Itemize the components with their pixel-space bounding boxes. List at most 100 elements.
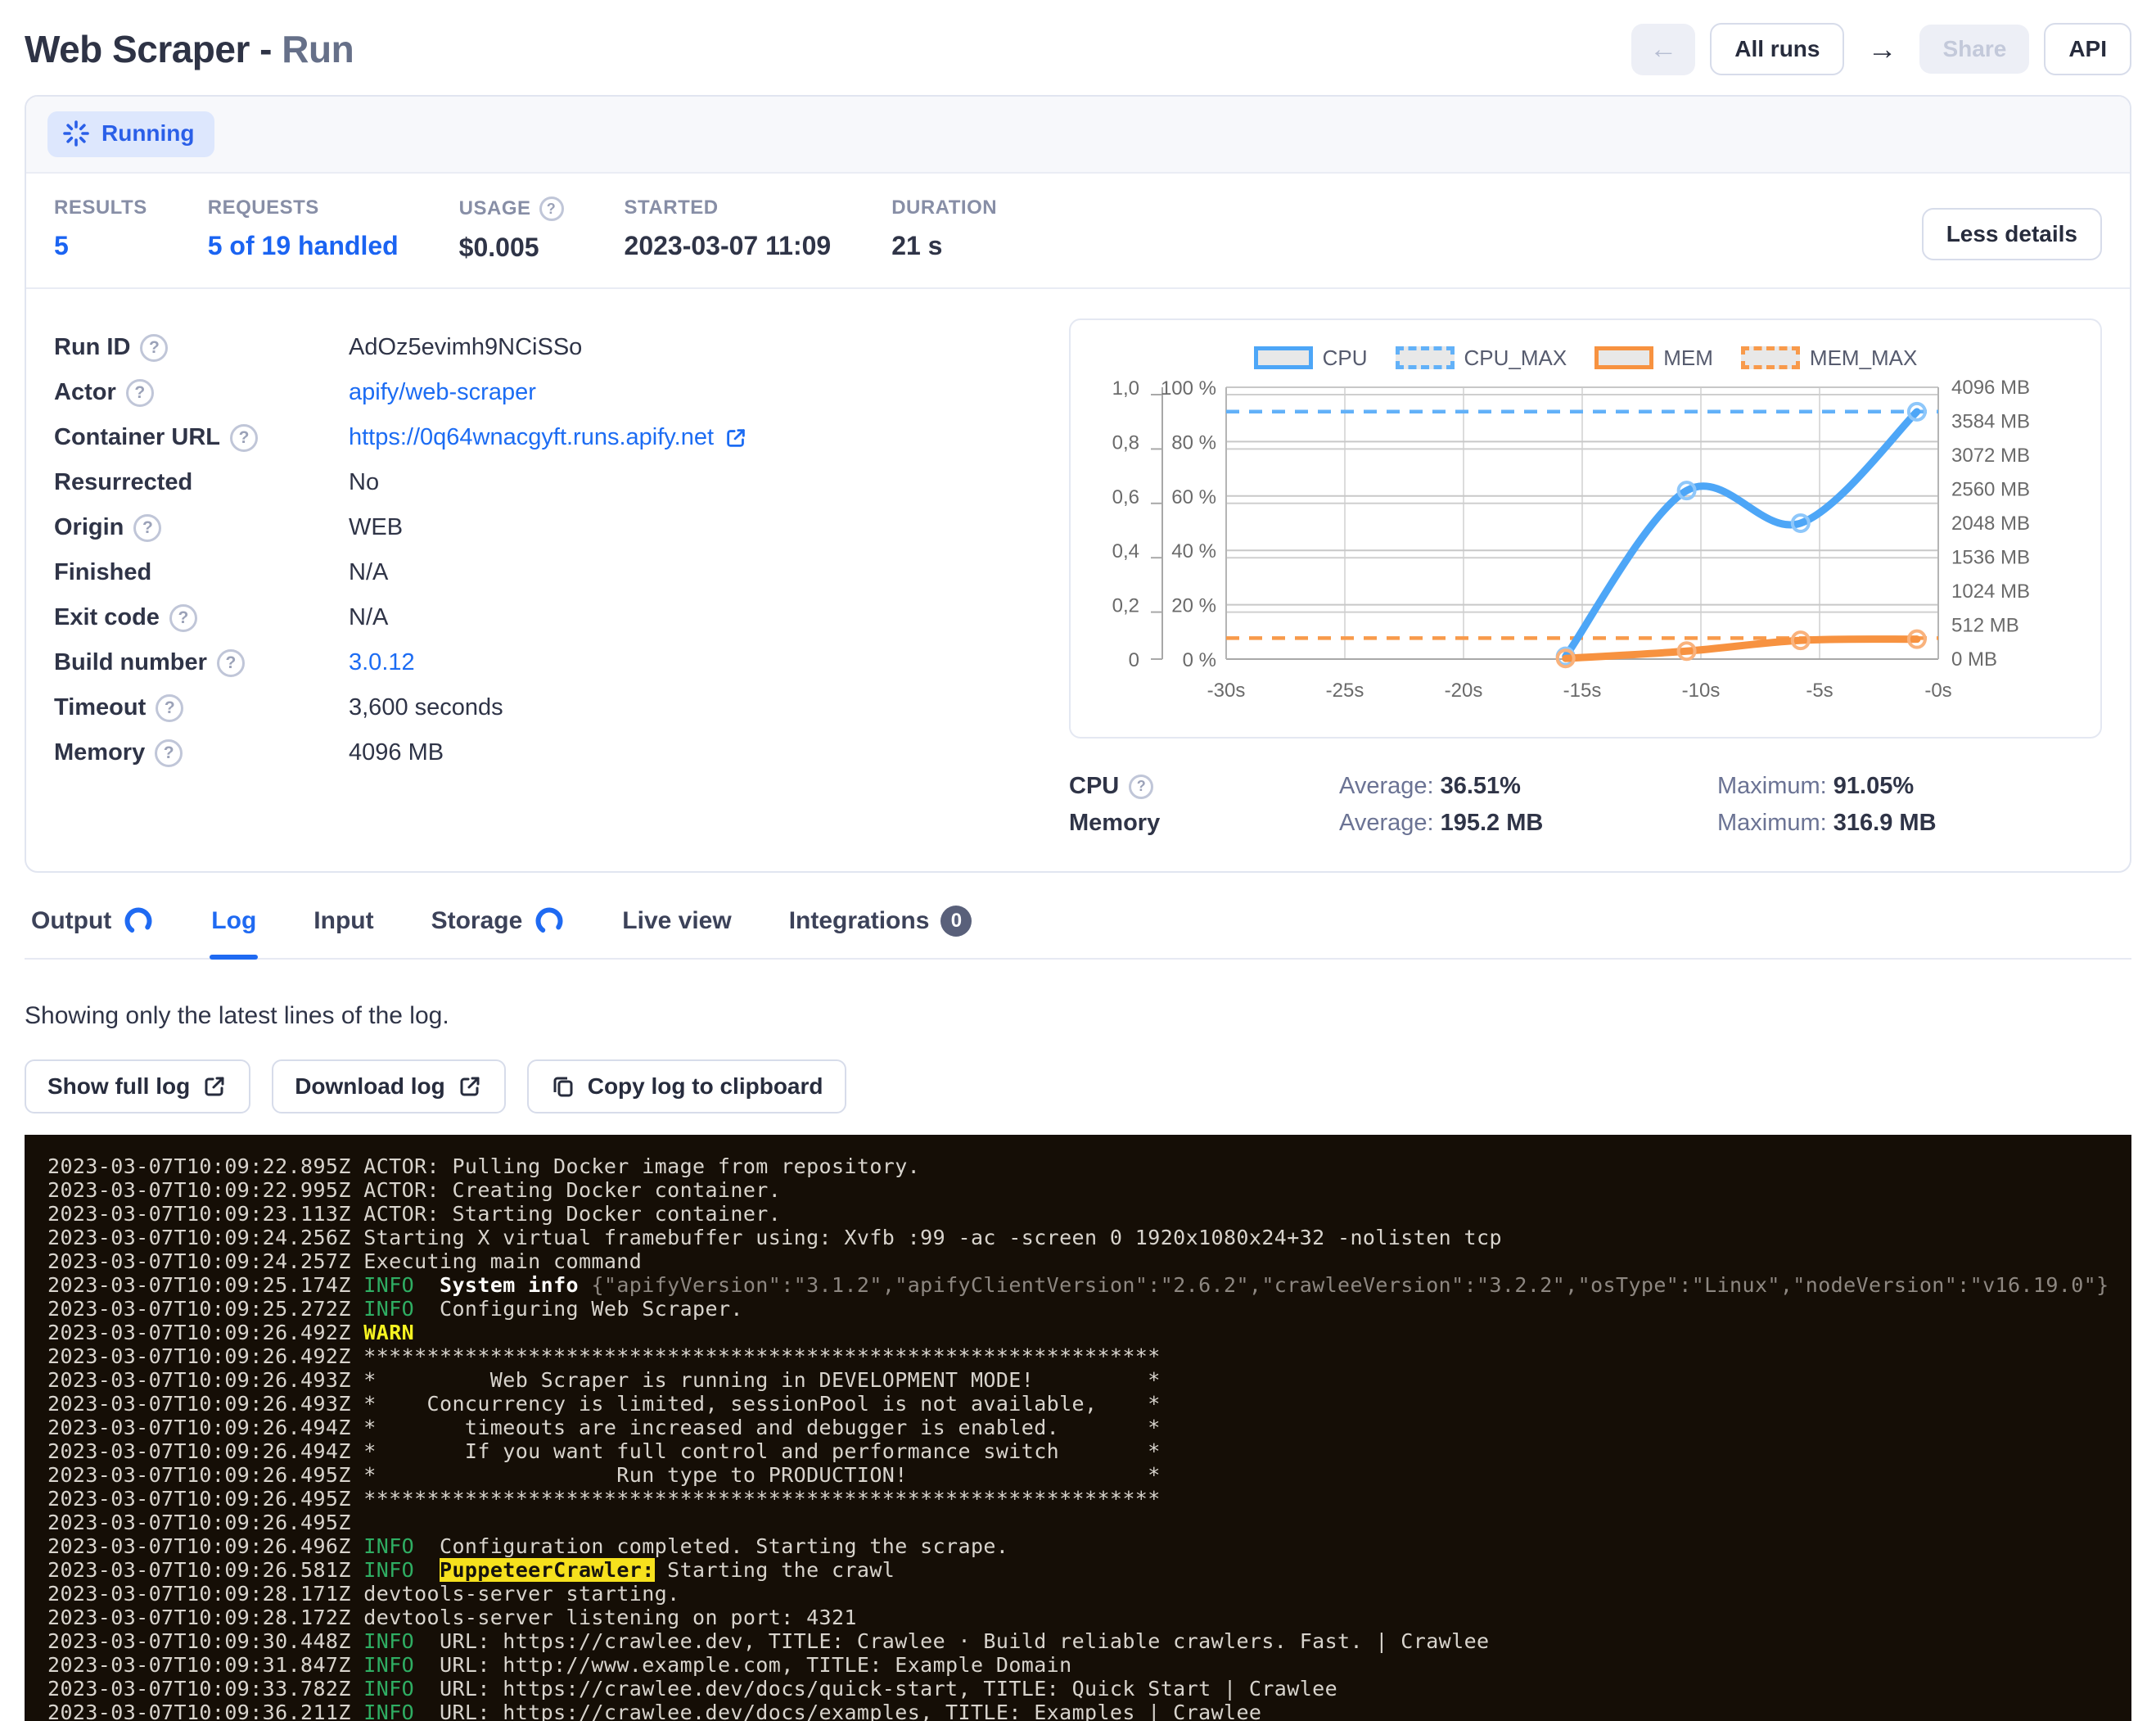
help-icon[interactable]: ?	[1129, 775, 1153, 799]
svg-text:100 %: 100 %	[1161, 377, 1216, 400]
usage-chart-panel: CPUCPU_MAXMEMMEM_MAX 1,00,80,60,40,20100…	[1069, 318, 2102, 739]
log-note: Showing only the latest lines of the log…	[25, 1002, 2131, 1030]
cpu-average: Average: 36.51%	[1339, 773, 1717, 800]
help-icon[interactable]: ?	[155, 739, 183, 767]
svg-text:0 MB: 0 MB	[1951, 648, 1997, 671]
run-subtitle: Run	[282, 28, 354, 70]
detail-label: Run ID?	[54, 334, 349, 362]
log-line: 2023-03-07T10:09:22.895Z ACTOR: Pulling …	[47, 1154, 2131, 1178]
copy-icon	[550, 1073, 576, 1100]
status-badge: Running	[47, 111, 214, 157]
detail-label: Finished	[54, 559, 349, 586]
log-line: 2023-03-07T10:09:22.995Z ACTOR: Creating…	[47, 1178, 2131, 1202]
stat-value[interactable]: 5	[54, 231, 147, 261]
title-separator: -	[259, 28, 272, 70]
spinner-icon	[62, 120, 90, 147]
less-details-button[interactable]: Less details	[1922, 208, 2102, 260]
run-page: Web Scraper - Run ← All runs → Share API	[0, 0, 2156, 1721]
help-icon[interactable]: ?	[217, 649, 245, 677]
stat-value: 21 s	[891, 231, 997, 261]
log-line: 2023-03-07T10:09:26.495Z ***************…	[47, 1487, 2131, 1511]
detail-value[interactable]: 3.0.12	[349, 649, 415, 676]
copy-log-button[interactable]: Copy log to clipboard	[527, 1059, 846, 1113]
legend-item-cpu_max[interactable]: CPU_MAX	[1396, 346, 1567, 371]
svg-text:-30s: -30s	[1207, 680, 1246, 702]
button-label: Show full log	[47, 1073, 190, 1100]
show-full-log-button[interactable]: Show full log	[25, 1059, 250, 1113]
detail-label: Exit code?	[54, 604, 349, 632]
usage-stats: CPU ? Average: 36.51% Maximum: 91.05% Me…	[1069, 773, 2102, 837]
help-icon[interactable]: ?	[126, 379, 154, 407]
legend-item-mem_max[interactable]: MEM_MAX	[1741, 346, 1917, 371]
svg-text:3072 MB: 3072 MB	[1951, 445, 2030, 467]
detail-value[interactable]: apify/web-scraper	[349, 379, 536, 406]
log-console[interactable]: 2023-03-07T10:09:22.895Z ACTOR: Pulling …	[25, 1135, 2131, 1721]
svg-text:0,8: 0,8	[1112, 431, 1139, 454]
legend-label: CPU	[1323, 346, 1368, 371]
help-icon[interactable]: ?	[133, 514, 161, 542]
stat-label: STARTED	[625, 196, 719, 219]
svg-text:0,6: 0,6	[1112, 486, 1139, 508]
detail-label: Container URL?	[54, 424, 349, 452]
legend-item-mem[interactable]: MEM	[1594, 346, 1713, 371]
detail-value: N/A	[349, 604, 388, 631]
help-icon[interactable]: ?	[539, 196, 564, 221]
tab-count-badge: 0	[940, 906, 972, 937]
svg-text:-0s: -0s	[1924, 680, 1951, 702]
svg-text:2560 MB: 2560 MB	[1951, 479, 2030, 501]
detail-label: Actor?	[54, 379, 349, 407]
help-icon[interactable]: ?	[156, 694, 183, 722]
log-line: 2023-03-07T10:09:31.847Z INFO URL: http:…	[47, 1653, 2131, 1677]
previous-run-button[interactable]: ←	[1631, 24, 1695, 75]
tab-integrations[interactable]: Integrations0	[787, 901, 974, 958]
cpu-stats-label: CPU ?	[1069, 773, 1339, 800]
log-line: 2023-03-07T10:09:25.174Z INFO System inf…	[47, 1273, 2131, 1297]
tab-output[interactable]: Output	[29, 901, 156, 958]
detail-row: Run ID?AdOz5evimh9NCiSSo	[54, 325, 1069, 370]
detail-row: FinishedN/A	[54, 550, 1069, 595]
svg-text:40 %: 40 %	[1171, 540, 1216, 562]
log-line: 2023-03-07T10:09:28.171Z devtools-server…	[47, 1582, 2131, 1606]
help-icon[interactable]: ?	[140, 334, 168, 362]
tab-log[interactable]: Log	[210, 901, 258, 958]
tab-live-view[interactable]: Live view	[620, 901, 733, 958]
detail-row: Exit code?N/A	[54, 595, 1069, 640]
detail-row: Origin?WEB	[54, 505, 1069, 550]
external-link-icon	[201, 1073, 228, 1100]
next-run-button[interactable]: →	[1859, 27, 1905, 71]
help-icon[interactable]: ?	[230, 424, 258, 452]
detail-value: 4096 MB	[349, 739, 444, 766]
loading-arc-icon	[123, 906, 154, 937]
api-button[interactable]: API	[2044, 23, 2131, 75]
legend-label: MEM_MAX	[1810, 346, 1917, 371]
stat-value: $0.005	[459, 233, 564, 263]
log-line: 2023-03-07T10:09:26.492Z WARN	[47, 1321, 2131, 1344]
svg-text:3584 MB: 3584 MB	[1951, 411, 2030, 433]
help-icon[interactable]: ?	[169, 604, 197, 632]
stat-value[interactable]: 5 of 19 handled	[208, 231, 399, 261]
arrow-left-icon: ←	[1649, 34, 1677, 65]
svg-text:0,4: 0,4	[1112, 540, 1139, 562]
download-log-button[interactable]: Download log	[272, 1059, 506, 1113]
svg-text:4096 MB: 4096 MB	[1951, 377, 2030, 399]
tab-input[interactable]: Input	[312, 901, 375, 958]
svg-text:-10s: -10s	[1682, 680, 1721, 702]
share-button[interactable]: Share	[1919, 25, 2029, 74]
log-lines: 2023-03-07T10:09:22.895Z ACTOR: Pulling …	[47, 1154, 2131, 1721]
detail-value: No	[349, 469, 379, 496]
detail-row: Timeout?3,600 seconds	[54, 685, 1069, 730]
svg-text:1024 MB: 1024 MB	[1951, 580, 2030, 603]
log-line: 2023-03-07T10:09:26.493Z * Web Scraper i…	[47, 1368, 2131, 1392]
stat-duration: DURATION 21 s	[891, 196, 997, 261]
legend-item-cpu[interactable]: CPU	[1254, 346, 1368, 371]
svg-text:-25s: -25s	[1326, 680, 1364, 702]
detail-value[interactable]: https://0q64wnacgyft.runs.apify.net	[349, 424, 748, 451]
all-runs-button[interactable]: All runs	[1710, 23, 1844, 75]
log-line: 2023-03-07T10:09:26.494Z * If you want f…	[47, 1439, 2131, 1463]
svg-text:0 %: 0 %	[1183, 649, 1216, 671]
tab-storage[interactable]: Storage	[430, 901, 567, 958]
chart-column: CPUCPU_MAXMEMMEM_MAX 1,00,80,60,40,20100…	[1069, 318, 2102, 837]
detail-value: AdOz5evimh9NCiSSo	[349, 334, 582, 361]
log-line: 2023-03-07T10:09:24.256Z Starting X virt…	[47, 1226, 2131, 1249]
svg-text:80 %: 80 %	[1171, 431, 1216, 454]
